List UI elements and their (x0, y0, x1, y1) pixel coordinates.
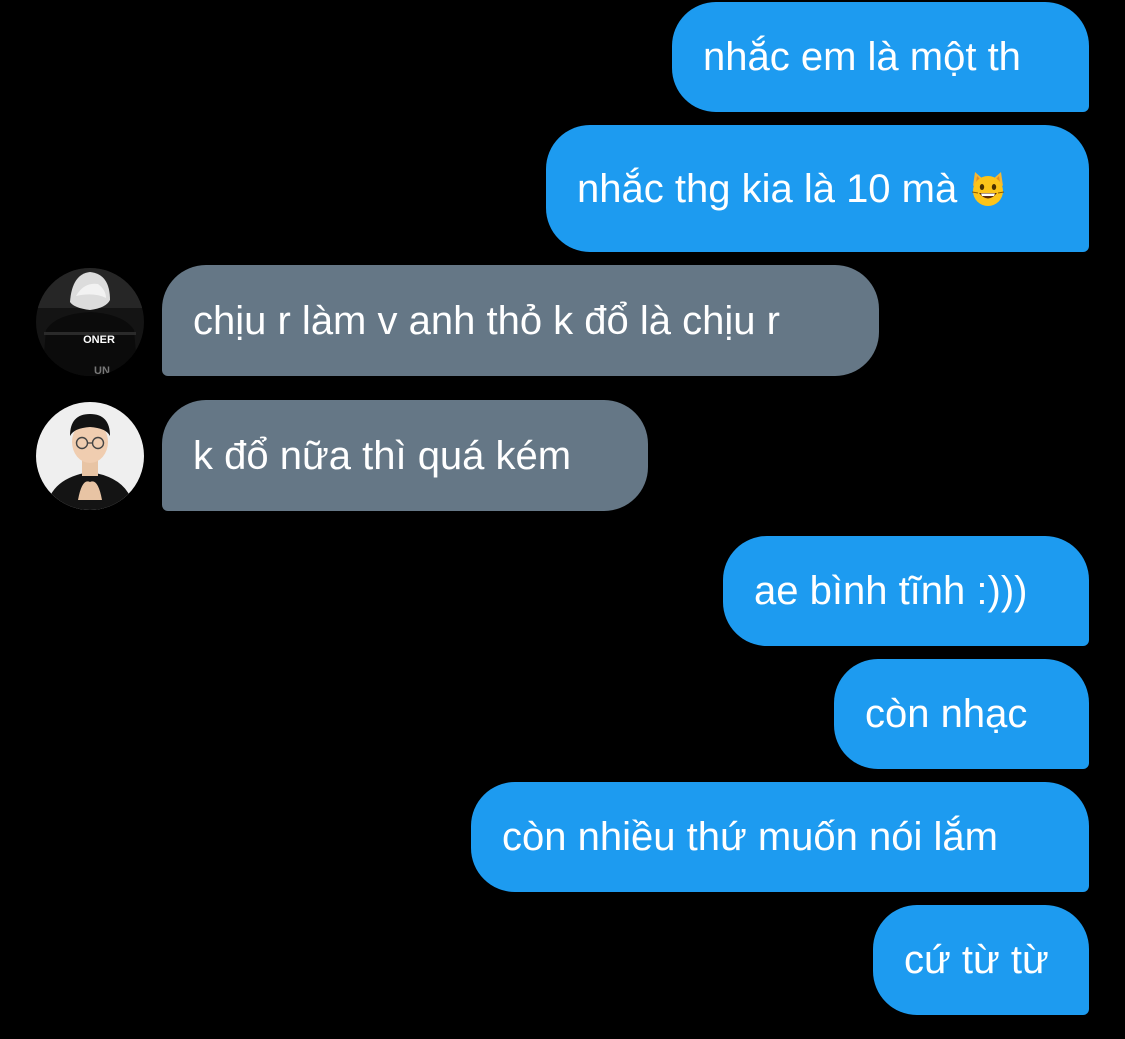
received-message-bubble[interactable]: chịu r làm v anh thỏ k đổ là chịu r (162, 265, 879, 376)
message-thread: nhắc em là một th nhắc thg kia là 10 mà (0, 0, 1125, 1039)
message-text: nhắc thg kia là 10 mà (577, 166, 958, 211)
sent-message-bubble[interactable]: còn nhạc (834, 659, 1089, 769)
message-text: nhắc em là một th (703, 35, 1021, 79)
sent-message-bubble[interactable]: còn nhiều thứ muốn nói lắm (471, 782, 1089, 892)
jersey-text: ONER (83, 334, 115, 346)
grinning-cat-emoji-icon (969, 170, 1007, 208)
sent-message-bubble[interactable]: nhắc thg kia là 10 mà (546, 125, 1089, 252)
message-text: chịu r làm v anh thỏ k đổ là chịu r (193, 298, 780, 343)
message-text: ae bình tĩnh :))) (754, 569, 1028, 613)
message-text: còn nhạc (865, 692, 1028, 736)
sent-message-bubble[interactable]: cứ từ từ (873, 905, 1089, 1015)
message-text: k đổ nữa thì quá kém (193, 433, 572, 478)
message-text: cứ từ từ (904, 938, 1049, 982)
avatar-person-glasses-icon[interactable] (36, 402, 144, 510)
sent-message-bubble[interactable]: ae bình tĩnh :))) (723, 536, 1089, 646)
message-text: còn nhiều thứ muốn nói lắm (502, 815, 998, 859)
received-message-bubble[interactable]: k đổ nữa thì quá kém (162, 400, 648, 511)
jersey-subtext: UN (94, 365, 110, 376)
avatar-player-jersey-icon[interactable]: ONER UN (36, 268, 144, 376)
sent-message-bubble[interactable]: nhắc em là một th (672, 2, 1089, 112)
